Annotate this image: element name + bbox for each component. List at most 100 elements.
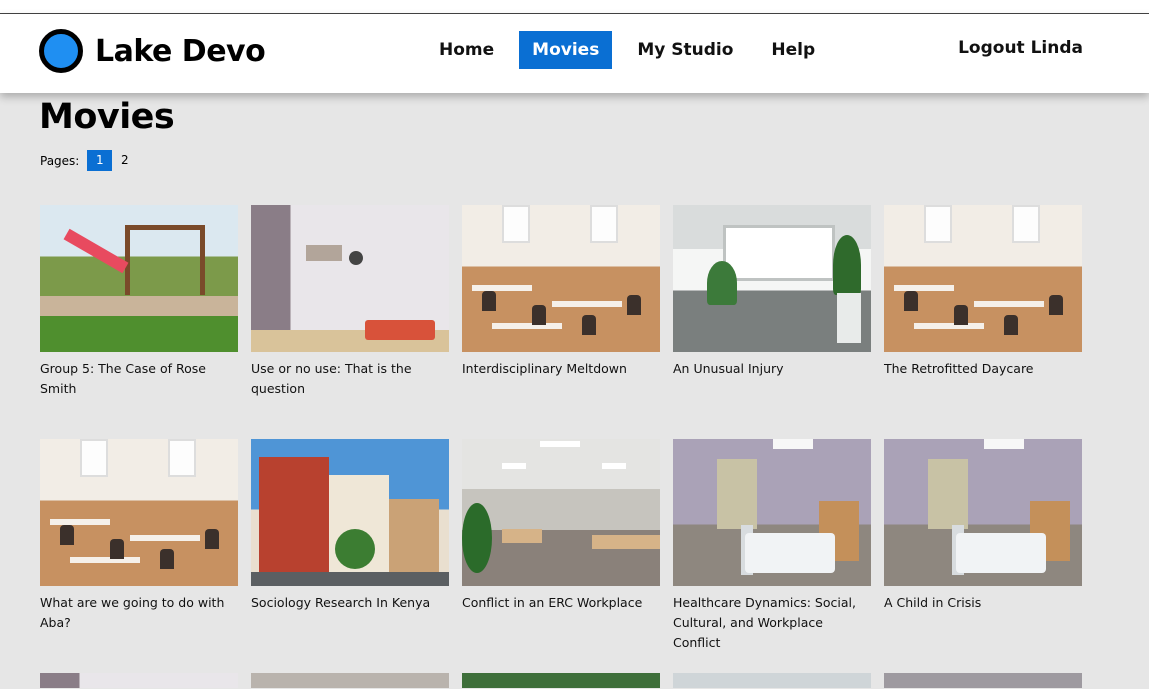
window [924,205,952,243]
chair [532,305,546,325]
logout-link[interactable]: Logout Linda [958,38,1083,58]
ceiling-light [502,463,526,469]
chair [627,295,641,315]
curtain [928,459,968,529]
window [723,225,835,281]
movie-thumbnail[interactable] [884,439,1082,586]
movie-title[interactable]: What are we going to do with Aba? [40,593,238,633]
movie-grid: Group 5: The Case of Rose Smith Use or n… [40,205,1082,688]
movie-card[interactable]: An Unusual Injury [673,205,871,439]
desk [50,519,110,525]
chair [110,539,124,559]
movie-card[interactable]: The Retrofitted Daycare [884,205,1082,439]
ceiling-light [602,463,626,469]
ceiling-lamp [984,439,1024,449]
movie-title[interactable]: Conflict in an ERC Workplace [462,593,660,613]
page-2-link[interactable]: 2 [112,150,137,171]
movie-thumbnail[interactable] [251,673,449,688]
chair [60,525,74,545]
window [1012,205,1040,243]
movie-thumbnail[interactable] [251,439,449,586]
desk [974,301,1044,307]
road [251,572,449,586]
desk [70,557,140,563]
main-nav: Home Movies My Studio Help [426,31,828,69]
hospital-bed [745,533,835,573]
movie-thumbnail[interactable] [40,439,238,586]
movie-title[interactable]: Healthcare Dynamics: Social, Cultural, a… [673,593,871,653]
desk [552,301,622,307]
window [80,439,108,477]
chair [904,291,918,311]
page-1-link[interactable]: 1 [87,150,113,171]
nav-movies[interactable]: Movies [519,31,613,69]
chair [582,315,596,335]
plant [462,503,492,573]
plant [833,235,861,295]
site-logo[interactable]: Lake Devo [39,29,266,73]
ceiling-light [540,441,580,447]
movie-card[interactable]: Sociology Research In Kenya [251,439,449,673]
desk [914,323,984,329]
movie-thumbnail[interactable] [251,205,449,352]
logo-text: Lake Devo [95,33,266,69]
movie-thumbnail[interactable] [884,673,1082,688]
chair [205,529,219,549]
desk [130,535,200,541]
movie-thumbnail[interactable] [673,205,871,352]
playground-frame [125,225,205,295]
movie-thumbnail[interactable] [40,673,238,688]
tree [335,529,375,569]
desk [502,529,542,543]
nav-help[interactable]: Help [758,31,828,69]
movie-thumbnail[interactable] [673,673,871,688]
page-title: Movies [39,97,175,137]
building [259,457,329,582]
medical-device [349,251,363,265]
curtain [717,459,757,529]
ceiling-lamp [773,439,813,449]
chair [482,291,496,311]
desk [894,285,954,291]
grass [40,316,238,352]
logo-circle-icon [39,29,83,73]
pot [837,293,861,343]
movie-card[interactable]: Interdisciplinary Meltdown [462,205,660,439]
movie-card[interactable]: Conflict in an ERC Workplace [462,439,660,673]
chair [1049,295,1063,315]
movie-title[interactable]: Group 5: The Case of Rose Smith [40,359,238,399]
window [168,439,196,477]
chair [160,549,174,569]
movie-thumbnail[interactable] [884,205,1082,352]
pagination-label: Pages: [40,153,80,168]
movie-thumbnail[interactable] [462,439,660,586]
nav-home[interactable]: Home [426,31,507,69]
movie-card[interactable]: Healthcare Dynamics: Social, Cultural, a… [673,439,871,673]
movie-thumbnail[interactable] [462,673,660,688]
movie-thumbnail[interactable] [40,205,238,352]
chair [954,305,968,325]
nav-my-studio[interactable]: My Studio [624,31,746,69]
movie-title[interactable]: An Unusual Injury [673,359,871,379]
desk [592,535,660,549]
movie-card[interactable]: What are we going to do with Aba? [40,439,238,673]
movie-card[interactable]: Use or no use: That is the question [251,205,449,439]
plant [707,261,737,305]
desk [472,285,532,291]
movie-title[interactable]: Interdisciplinary Meltdown [462,359,660,379]
movie-card[interactable]: Group 5: The Case of Rose Smith [40,205,238,439]
movie-thumbnail[interactable] [673,439,871,586]
window [502,205,530,243]
hospital-bed [956,533,1046,573]
movie-title[interactable]: Sociology Research In Kenya [251,593,449,613]
site-header: Lake Devo Home Movies My Studio Help Log… [0,14,1149,93]
movie-title[interactable]: Use or no use: That is the question [251,359,449,399]
medical-device [306,245,342,261]
movie-card[interactable]: A Child in Crisis [884,439,1082,673]
movie-title[interactable]: The Retrofitted Daycare [884,359,1082,379]
movie-title[interactable]: A Child in Crisis [884,593,1082,613]
exam-pad [365,320,435,340]
pagination: Pages: 1 2 [40,150,137,171]
desk [492,323,562,329]
movie-thumbnail[interactable] [462,205,660,352]
